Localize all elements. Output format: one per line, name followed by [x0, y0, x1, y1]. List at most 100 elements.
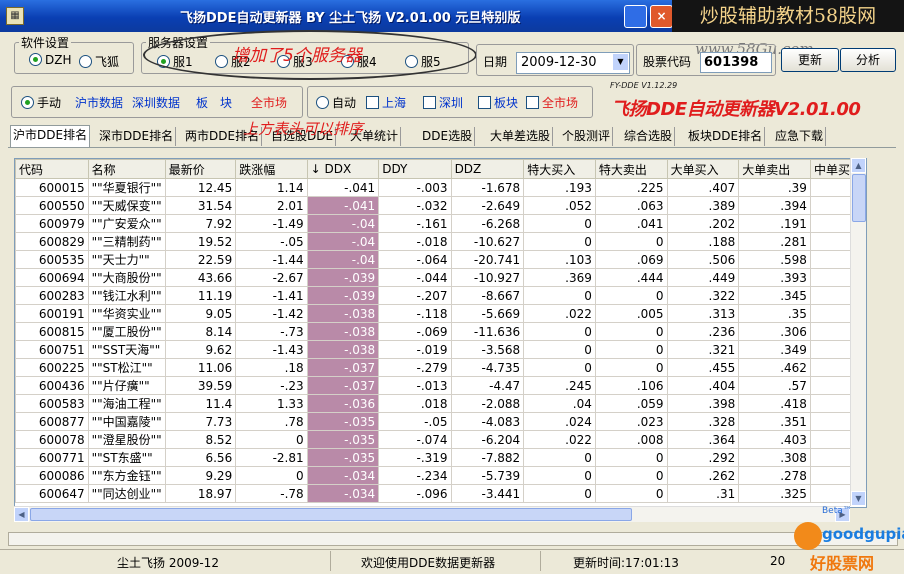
table-cell: ""SST天海""	[87, 340, 166, 359]
table-cell: -.035	[306, 430, 380, 449]
table-row[interactable]: 600583 ""海油工程"" 11.4 1.33 -.036.018 -2.088.04…	[15, 394, 866, 413]
tab-0[interactable]: 沪市DDE排名	[10, 125, 91, 148]
column-header-1[interactable]: 名称	[87, 159, 166, 179]
table-cell: 600979	[15, 214, 89, 233]
table-cell: -.074	[378, 430, 452, 449]
column-header-6[interactable]: DDZ	[450, 159, 525, 179]
tab-5[interactable]: DDE选股	[420, 127, 476, 146]
table-row[interactable]: 600283 ""钱江水利"" 11.19 -1.41 -.039 -.207 -8.667…	[15, 286, 866, 305]
tab-8[interactable]: 综合选股	[622, 127, 676, 146]
column-header-3[interactable]: 跌涨幅	[235, 159, 308, 179]
column-header-9[interactable]: 大单买入	[666, 159, 740, 179]
table-cell: 600225	[15, 358, 89, 377]
table-cell: 0	[594, 466, 668, 485]
table-cell: .306	[738, 322, 811, 341]
table-cell: -.003	[378, 178, 452, 197]
table-row[interactable]: 600225 ""ST松江"" 11.06.18 -.037 -.279 -4.735 0 0…	[15, 358, 866, 377]
link-board-2[interactable]: 块	[220, 94, 232, 111]
table-cell: .322	[666, 286, 740, 305]
table-row[interactable]: 600535 ""天士力"" 22.59 -1.44 -.04 -.064 -20.741.…	[15, 250, 866, 269]
app-icon[interactable]: ▦	[6, 7, 24, 25]
check-all-market[interactable]: 全市场	[526, 94, 578, 111]
radio-feihu[interactable]: 飞狐	[79, 53, 119, 70]
column-header-5[interactable]: DDY	[378, 159, 452, 179]
hscroll-thumb[interactable]	[30, 508, 632, 521]
column-header-0[interactable]: 代码	[15, 159, 89, 179]
column-header-7[interactable]: 特大买入	[523, 159, 596, 179]
dde-ranking-table[interactable]: 代码 名称 最新价 跌涨幅 ↓ DDX DDY DDZ 特大买入 特大卖出 大单买入 大单卖出 中单买…	[14, 158, 867, 508]
table-row[interactable]: 600751 ""SST天海"" 9.62 -1.43 -.038 -.019 -3.568…	[15, 340, 866, 359]
column-header-4[interactable]: ↓ DDX	[306, 159, 380, 179]
check-board[interactable]: 板块	[478, 94, 518, 111]
table-row[interactable]: 600877 ""中国嘉陵"" 7.73.78 -.035 -.05 -4.083.024…	[15, 412, 866, 431]
table-row[interactable]: 600771 ""ST东盛"" 6.56 -2.81 -.035 -.319 -7.882 0…	[15, 448, 866, 467]
table-cell: ""ST松江""	[87, 358, 166, 377]
table-row[interactable]: 600436 ""片仔癀"" 39.59 -.23 -.037 -.013 -4.47.24…	[15, 376, 866, 395]
close-button[interactable]: ×	[650, 5, 673, 28]
column-header-10[interactable]: 大单卖出	[738, 159, 811, 179]
link-sh-data[interactable]: 沪市数据	[75, 94, 123, 111]
table-row[interactable]: 600191 ""华资实业"" 9.05 -1.42 -.038 -.118 -5.669.…	[15, 304, 866, 323]
radio-auto[interactable]: 自动	[316, 94, 356, 111]
table-cell: .191	[738, 214, 811, 233]
table-row[interactable]: 600829 ""三精制药"" 19.52 -.05 -.04 -.018 -10.627 0…	[15, 232, 866, 251]
table-row[interactable]: 600647 ""同达创业"" 18.97 -.78 -.034 -.096 -3.441 0…	[15, 484, 866, 503]
table-cell: -.161	[378, 214, 452, 233]
table-cell: ""华夏银行""	[87, 178, 166, 197]
table-cell: .462	[738, 358, 811, 377]
tab-1[interactable]: 深市DDE排名	[97, 127, 177, 146]
scroll-left-icon[interactable]: ◀	[14, 507, 29, 522]
table-cell: -.034	[306, 466, 380, 485]
radio-circle-icon	[79, 55, 92, 68]
check-shanghai[interactable]: 上海	[366, 94, 406, 111]
vertical-scrollbar[interactable]: ▲ ▼	[850, 158, 866, 506]
table-cell: .059	[594, 394, 668, 413]
table-cell: -.039	[306, 286, 380, 305]
table-row[interactable]: 600015 ""华夏银行"" 12.45 1.14 -.041 -.003 -1.678.…	[15, 178, 866, 197]
horizontal-scrollbar[interactable]: ◀ ▶	[14, 506, 850, 522]
radio-manual[interactable]: 手动	[21, 94, 61, 111]
column-header-8[interactable]: 特大卖出	[594, 159, 668, 179]
tab-9[interactable]: 板块DDE排名	[686, 127, 766, 146]
table-cell: .39	[738, 178, 811, 197]
chevron-down-icon[interactable]: ▼	[613, 54, 628, 70]
table-cell: 31.54	[164, 196, 237, 215]
link-sz-data[interactable]: 深圳数据	[132, 94, 180, 111]
check-shenzhen[interactable]: 深圳	[423, 94, 463, 111]
table-cell: 0	[523, 340, 596, 359]
table-row[interactable]: 600550 ""天威保变"" 31.54 2.01 -.041 -.032 -2.649.…	[15, 196, 866, 215]
table-row[interactable]: 600815 ""厦工股份"" 8.14 -.73 -.038 -.069 -11.636 0…	[15, 322, 866, 341]
table-cell: ""天威保变""	[87, 196, 166, 215]
tab-7[interactable]: 个股测评	[560, 127, 614, 146]
tab-6[interactable]: 大单差选股	[488, 127, 554, 146]
table-cell: 600283	[15, 286, 89, 305]
table-cell: -.018	[378, 232, 452, 251]
link-all-market[interactable]: 全市场	[251, 94, 287, 111]
stock-code-input[interactable]: 601398	[700, 52, 772, 73]
table-cell: 600829	[15, 232, 89, 251]
table-row[interactable]: 600694 ""大商股份"" 43.66 -2.67 -.039 -.044 -10.92…	[15, 268, 866, 287]
table-cell: .024	[523, 412, 596, 431]
minimize-button[interactable]	[624, 5, 647, 28]
table-cell: -.069	[378, 322, 452, 341]
table-row[interactable]: 600979 ""广安爱众"" 7.92 -1.49 -.04 -.161 -6.268 0.…	[15, 214, 866, 233]
scroll-up-icon[interactable]: ▲	[851, 158, 866, 173]
table-cell: 0	[523, 232, 596, 251]
table-cell: .345	[738, 286, 811, 305]
table-cell: -6.268	[450, 214, 525, 233]
date-picker[interactable]: 2009-12-30 ▼	[516, 52, 630, 74]
analyze-button[interactable]: 分析	[840, 48, 896, 72]
table-cell: .008	[594, 430, 668, 449]
radio-dzh[interactable]: DZH	[29, 53, 71, 67]
column-header-2[interactable]: 最新价	[164, 159, 237, 179]
table-cell: 0	[594, 286, 668, 305]
scroll-thumb[interactable]	[852, 174, 866, 222]
tab-10[interactable]: 应急下载	[773, 127, 827, 146]
table-row[interactable]: 600078 ""澄星股份"" 8.52 0 -.035 -.074 -6.204.022.…	[15, 430, 866, 449]
update-button[interactable]: 更新	[781, 48, 839, 72]
table-row[interactable]: 600086 ""东方金钰"" 9.29 0 -.034 -.234 -5.739 0 0.26…	[15, 466, 866, 485]
table-cell: .449	[666, 268, 740, 287]
link-board-1[interactable]: 板	[196, 94, 208, 111]
table-cell: .598	[738, 250, 811, 269]
table-cell: -11.636	[450, 322, 525, 341]
